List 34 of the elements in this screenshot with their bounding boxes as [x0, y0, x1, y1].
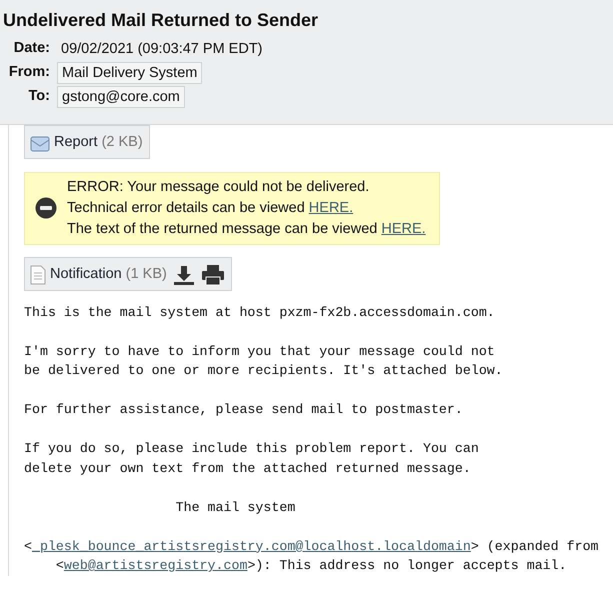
error-text: The text of the returned message can be viewed: [67, 220, 378, 237]
field-label: To:: [28, 86, 50, 106]
attachment-button[interactable]: Report (2 KB): [24, 124, 150, 158]
body-text: The mail system: [174, 500, 296, 515]
address-chip: gstong@core.com: [57, 86, 185, 108]
body-text: be delivered to one or more recipients. It's attached below.: [24, 363, 503, 378]
link[interactable]: _plesk_bounce_artistsregistry.com@localhost.localdomain: [32, 538, 471, 554]
link[interactable]: HERE.: [308, 200, 354, 216]
body-text: >): This address no longer accepts mail.: [247, 558, 567, 574]
body-text: For further assistance, please send mail to postmaster.: [24, 402, 463, 418]
attachment-label: Report (2 KB): [54, 132, 143, 152]
body-text: <: [54, 558, 64, 574]
address-chip: Mail Delivery System: [57, 62, 202, 84]
field-value: 09/02/2021 (09:03:47 PM EDT): [60, 40, 264, 59]
body-text: I'm sorry to have to inform you that your message could not: [24, 344, 495, 359]
field-label: Date:: [12, 39, 50, 58]
attachment-label: Notification (1 KB): [50, 264, 167, 284]
link[interactable]: HERE.: [381, 220, 426, 237]
print-icon[interactable]: [200, 264, 225, 286]
document-icon: [30, 264, 46, 285]
body-text: If you do so, please include this problem report. You can: [24, 441, 479, 456]
field-label: From:: [8, 62, 50, 82]
error-text: Technical error details can be viewed: [67, 200, 306, 216]
body-text: delete your own text from the attached returned message.: [24, 460, 471, 476]
body-text: <: [24, 538, 32, 554]
error-icon: [35, 197, 57, 220]
download-icon[interactable]: [172, 264, 195, 286]
envelope-icon: [30, 134, 50, 152]
attachment-button[interactable]: Notification (1 KB): [24, 256, 232, 291]
body-text: > (expanded from: [470, 538, 599, 554]
body-text: This is the mail system at host pxzm-fx2b.accessdomain.com.: [24, 304, 495, 320]
error-text: ERROR: Your message could not be delivered.: [67, 178, 370, 195]
link[interactable]: web@artistsregistry.com: [64, 558, 248, 574]
message-subject: Undelivered Mail Returned to Sender: [3, 9, 320, 31]
